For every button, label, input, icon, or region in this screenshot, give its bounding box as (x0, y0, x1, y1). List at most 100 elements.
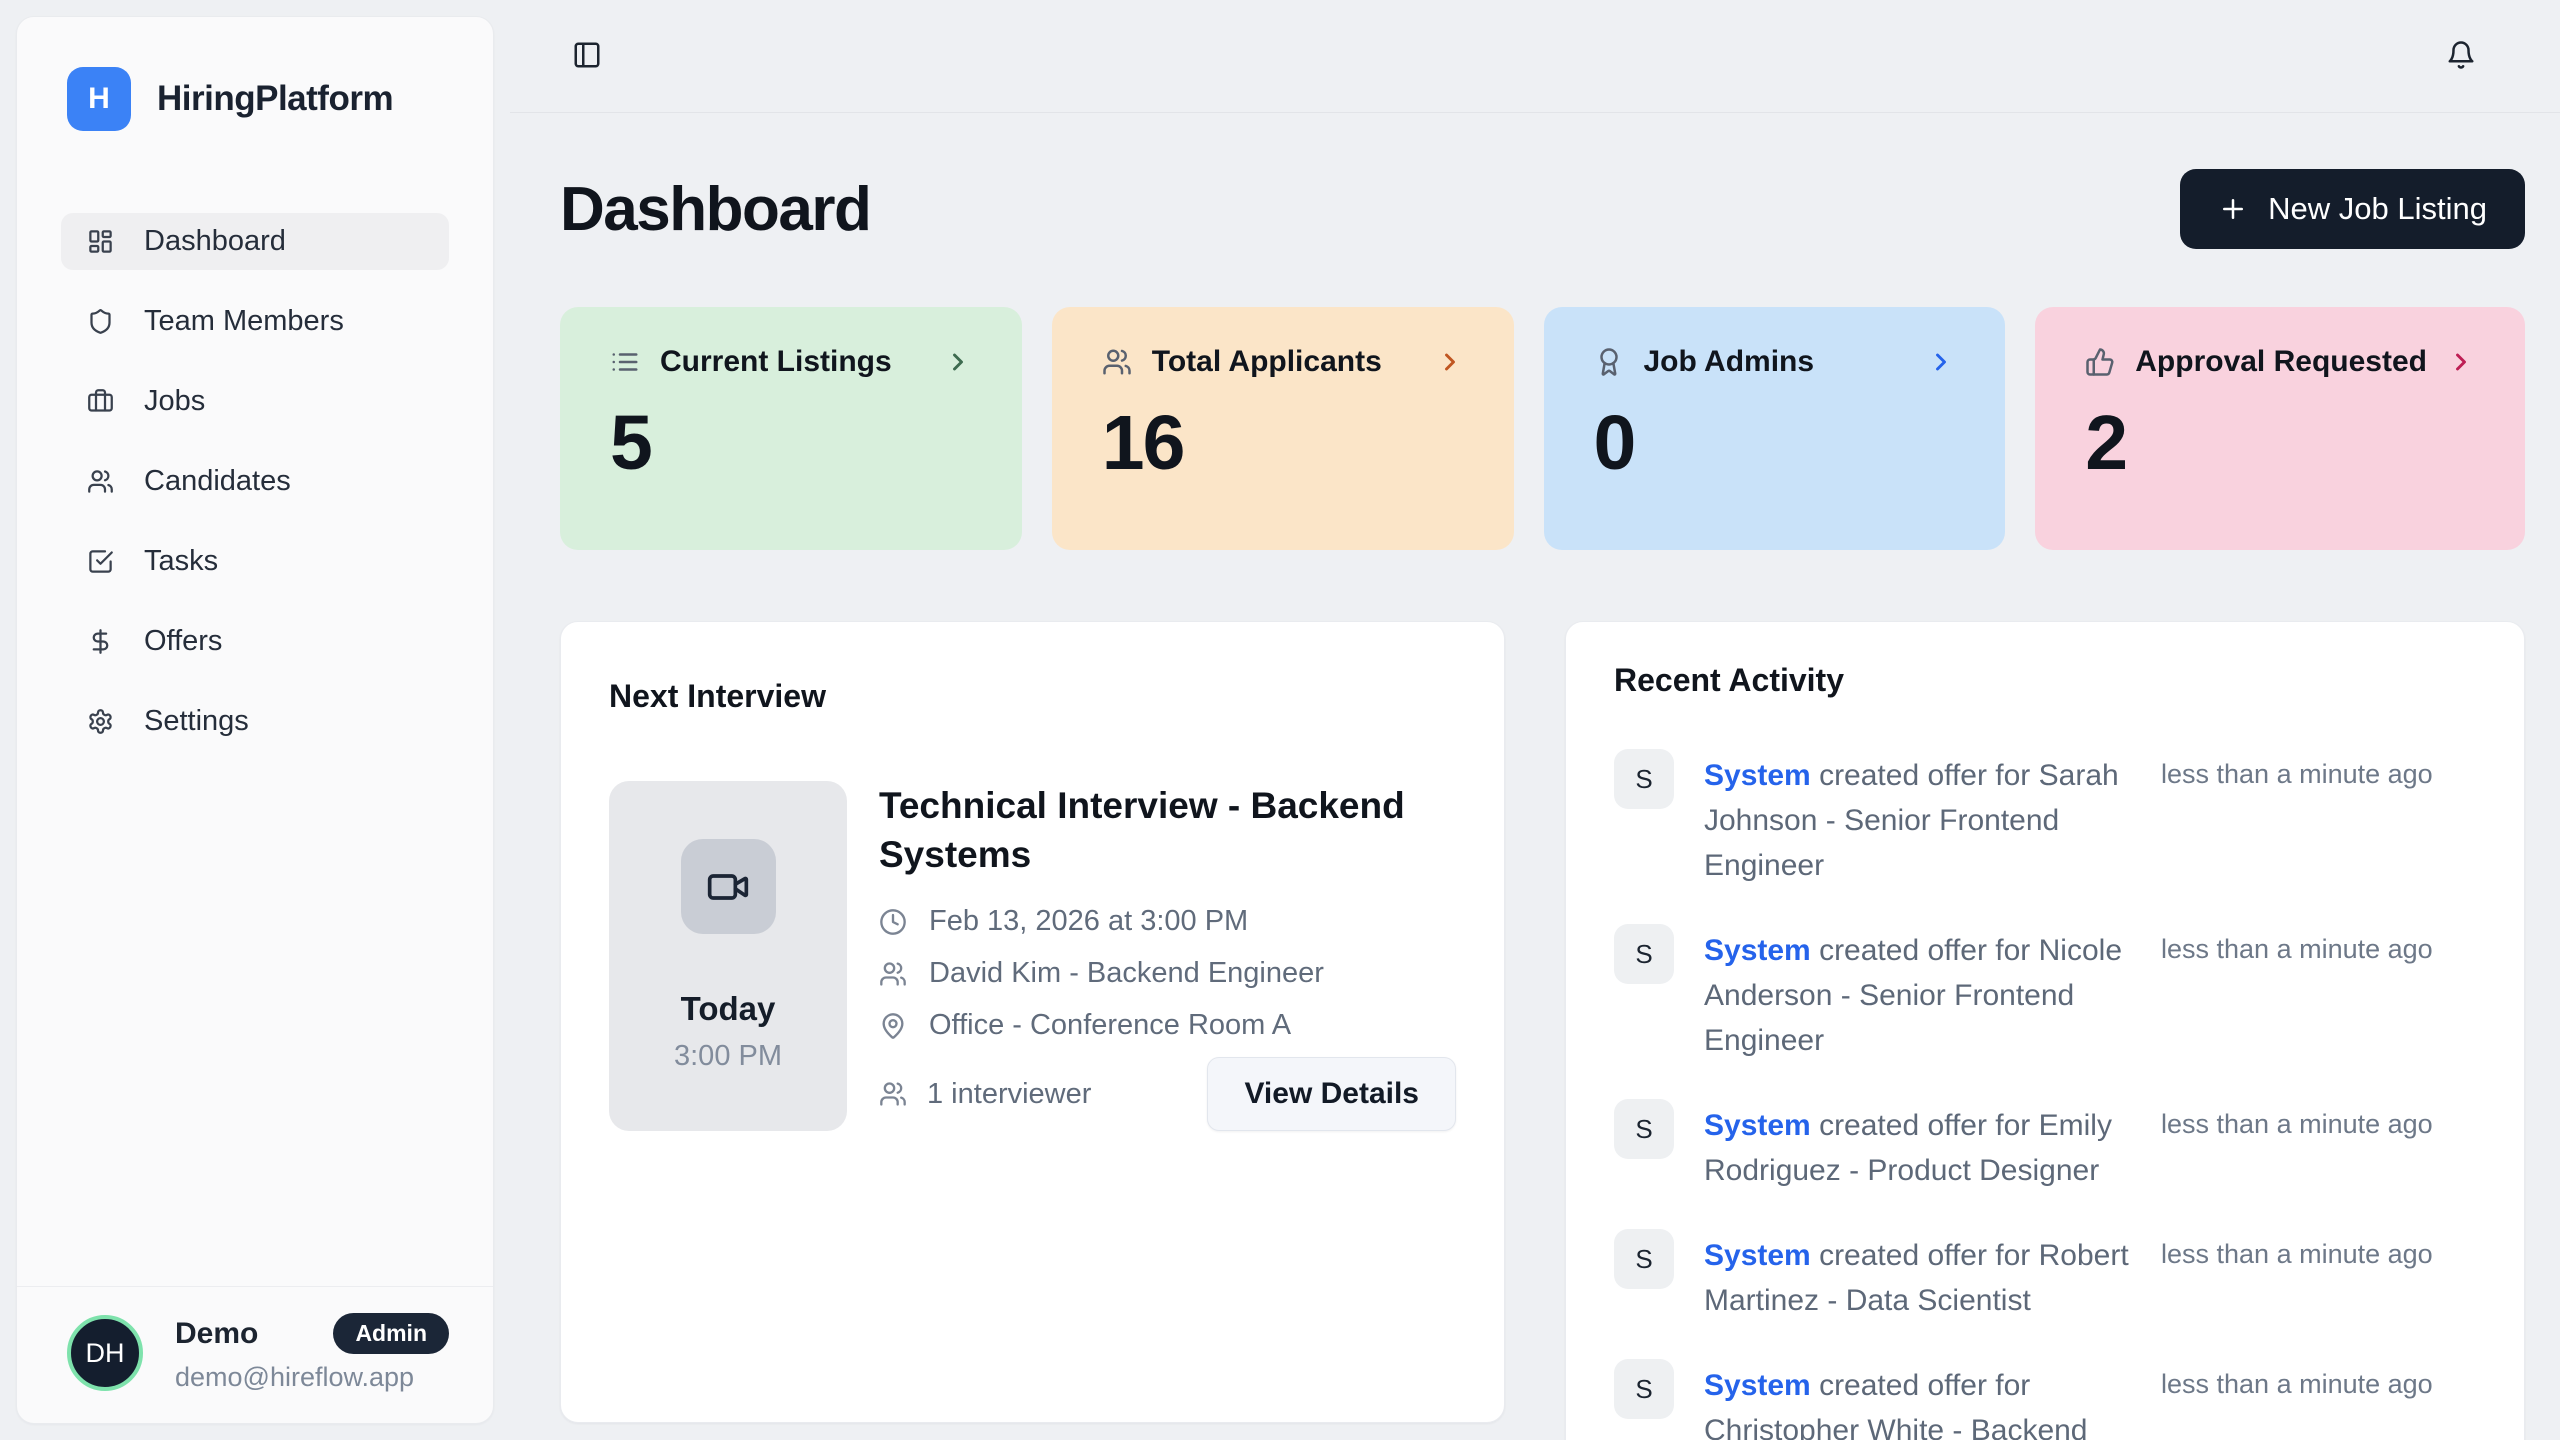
stat-card-current-listings[interactable]: Current Listings 5 (560, 307, 1022, 550)
shield-icon (87, 308, 114, 335)
recent-activity-heading: Recent Activity (1614, 662, 2476, 699)
topbar (510, 0, 2560, 113)
next-interview-heading: Next Interview (609, 678, 1456, 715)
activity-avatar: S (1614, 924, 1674, 984)
activity-timestamp: less than a minute ago (2161, 1099, 2476, 1193)
sidebar-item-offers[interactable]: Offers (61, 613, 449, 670)
thumbs-up-icon (2085, 347, 2115, 377)
new-job-listing-label: New Job Listing (2268, 191, 2487, 227)
interview-title: Technical Interview - Backend Systems (879, 781, 1439, 879)
interview-datetime: Feb 13, 2026 at 3:00 PM (929, 905, 1248, 938)
stat-label: Approval Requested (2135, 345, 2427, 379)
avatar: DH (67, 1315, 143, 1391)
user-section[interactable]: DH Demo Admin demo@hireflow.app (17, 1286, 493, 1423)
sidebar-toggle-button[interactable] (566, 34, 608, 79)
app-root: H HiringPlatform Dashboard Team Members … (0, 0, 2560, 1440)
interview-day-tile: Today 3:00 PM (609, 781, 847, 1131)
stat-label: Current Listings (660, 345, 892, 379)
stat-card-approval-requested[interactable]: Approval Requested 2 (2035, 307, 2525, 550)
map-pin-icon (879, 1012, 907, 1040)
activity-timestamp: less than a minute ago (2161, 1229, 2476, 1323)
activity-timestamp: less than a minute ago (2161, 1359, 2476, 1440)
sidebar-item-dashboard[interactable]: Dashboard (61, 213, 449, 270)
award-icon (1594, 347, 1624, 377)
bell-icon (2446, 40, 2476, 73)
stat-value: 0 (1594, 399, 1956, 488)
stat-value: 2 (2085, 399, 2475, 488)
sidebar-item-label: Candidates (144, 465, 291, 498)
activity-actor-link[interactable]: System (1704, 759, 1811, 792)
sidebar-item-candidates[interactable]: Candidates (61, 453, 449, 510)
user-info: Demo Admin demo@hireflow.app (175, 1313, 449, 1393)
role-badge: Admin (333, 1313, 449, 1354)
activity-item: S System created offer for Christopher W… (1614, 1359, 2476, 1440)
sidebar-item-settings[interactable]: Settings (61, 693, 449, 750)
briefcase-icon (87, 388, 114, 415)
activity-actor-link[interactable]: System (1704, 1239, 1811, 1272)
activity-text: System created offer for Robert Martinez… (1704, 1229, 2131, 1323)
stat-label: Job Admins (1644, 345, 1815, 379)
interview-day-label: Today (681, 990, 776, 1028)
chevron-right-icon (1927, 348, 1955, 376)
activity-timestamp: less than a minute ago (2161, 924, 2476, 1063)
chevron-right-icon (944, 348, 972, 376)
stat-value: 5 (610, 399, 972, 488)
sidebar-item-label: Tasks (144, 545, 218, 578)
gear-icon (87, 708, 114, 735)
activity-avatar: S (1614, 1099, 1674, 1159)
activity-list: S System created offer for Sarah Johnson… (1614, 749, 2476, 1440)
activity-item: S System created offer for Sarah Johnson… (1614, 749, 2476, 888)
activity-text: System created offer for Nicole Anderson… (1704, 924, 2131, 1063)
sidebar-item-tasks[interactable]: Tasks (61, 533, 449, 590)
chevron-right-icon (1436, 348, 1464, 376)
video-camera-icon (681, 839, 776, 934)
stat-card-total-applicants[interactable]: Total Applicants 16 (1052, 307, 1514, 550)
panel-left-icon (572, 40, 602, 73)
brand-logo: H (67, 67, 131, 131)
new-job-listing-button[interactable]: New Job Listing (2180, 169, 2525, 249)
stat-card-job-admins[interactable]: Job Admins 0 (1544, 307, 2006, 550)
sidebar-item-label: Dashboard (144, 225, 286, 258)
sidebar-item-label: Offers (144, 625, 222, 658)
users-icon (879, 1080, 907, 1108)
activity-avatar: S (1614, 1229, 1674, 1289)
activity-text: System created offer for Emily Rodriguez… (1704, 1099, 2131, 1193)
clock-icon (879, 908, 907, 936)
panels-row: Next Interview Today 3:00 PM Technical I… (560, 621, 2525, 1440)
users-icon (1102, 347, 1132, 377)
sidebar: H HiringPlatform Dashboard Team Members … (16, 16, 494, 1424)
sidebar-item-team-members[interactable]: Team Members (61, 293, 449, 350)
activity-actor-link[interactable]: System (1704, 1369, 1811, 1402)
activity-actor-link[interactable]: System (1704, 1109, 1811, 1142)
activity-actor-link[interactable]: System (1704, 934, 1811, 967)
users-icon (879, 960, 907, 988)
plus-icon (2218, 194, 2248, 224)
task-check-icon (87, 548, 114, 575)
activity-text: System created offer for Christopher Whi… (1704, 1359, 2131, 1440)
sidebar-item-jobs[interactable]: Jobs (61, 373, 449, 430)
sidebar-item-label: Team Members (144, 305, 344, 338)
dashboard-content: Dashboard New Job Listing Current Listin… (510, 113, 2560, 1440)
notifications-button[interactable] (2440, 34, 2482, 79)
brand: H HiringPlatform (17, 17, 493, 131)
interviewer-count: 1 interviewer (927, 1078, 1091, 1111)
interview-time-label: 3:00 PM (674, 1040, 782, 1073)
activity-item: S System created offer for Emily Rodrigu… (1614, 1099, 2476, 1193)
activity-timestamp: less than a minute ago (2161, 749, 2476, 888)
view-details-button[interactable]: View Details (1207, 1057, 1456, 1131)
user-email: demo@hireflow.app (175, 1362, 449, 1393)
next-interview-card: Next Interview Today 3:00 PM Technical I… (560, 621, 1505, 1423)
recent-activity-card: Recent Activity S System created offer f… (1565, 621, 2525, 1440)
user-name: Demo (175, 1317, 258, 1351)
interview-location: Office - Conference Room A (929, 1009, 1291, 1042)
activity-item: S System created offer for Robert Martin… (1614, 1229, 2476, 1323)
dashboard-grid-icon (87, 228, 114, 255)
interview-candidate: David Kim - Backend Engineer (929, 957, 1324, 990)
activity-text: System created offer for Sarah Johnson -… (1704, 749, 2131, 888)
stat-value: 16 (1102, 399, 1464, 488)
main-area: Dashboard New Job Listing Current Listin… (510, 0, 2560, 1440)
stats-row: Current Listings 5 Total Applicants 16 (560, 307, 2525, 550)
stat-label: Total Applicants (1152, 345, 1382, 379)
activity-item: S System created offer for Nicole Anders… (1614, 924, 2476, 1063)
users-icon (87, 468, 114, 495)
